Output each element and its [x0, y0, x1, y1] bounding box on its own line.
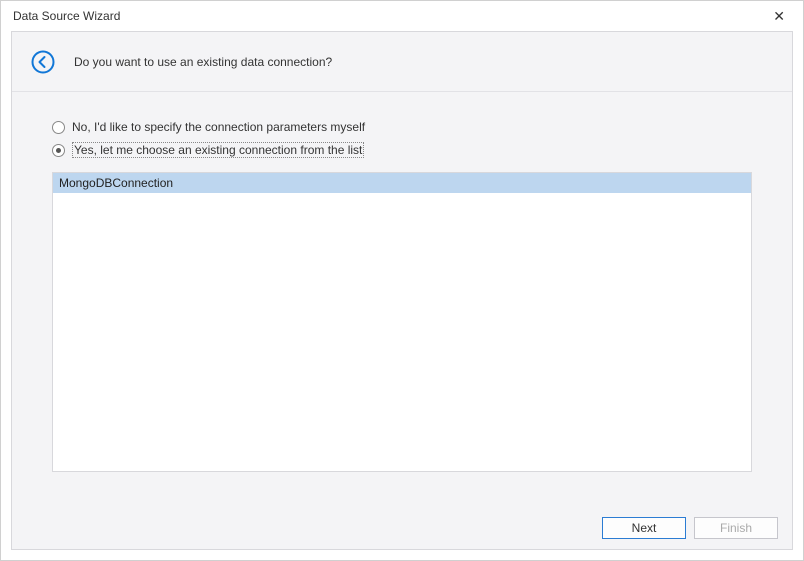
wizard-question: Do you want to use an existing data conn… — [74, 55, 332, 69]
wizard-footer: Next Finish — [602, 517, 778, 539]
radio-option-no[interactable]: No, I'd like to specify the connection p… — [52, 120, 752, 134]
radio-label-no: No, I'd like to specify the connection p… — [72, 120, 365, 134]
next-button[interactable]: Next — [602, 517, 686, 539]
wizard-panel: Do you want to use an existing data conn… — [11, 31, 793, 550]
radio-label-yes: Yes, let me choose an existing connectio… — [72, 142, 364, 158]
close-button[interactable]: ✕ — [765, 4, 793, 29]
titlebar: Data Source Wizard ✕ — [1, 1, 803, 31]
radio-icon — [52, 121, 65, 134]
window-title: Data Source Wizard — [13, 9, 120, 23]
wizard-content: No, I'd like to specify the connection p… — [12, 92, 792, 482]
radio-icon — [52, 144, 65, 157]
list-item[interactable]: MongoDBConnection — [53, 173, 751, 193]
radio-option-yes[interactable]: Yes, let me choose an existing connectio… — [52, 142, 752, 158]
finish-button: Finish — [694, 517, 778, 539]
wizard-header: Do you want to use an existing data conn… — [12, 32, 792, 92]
back-arrow-icon — [31, 50, 55, 74]
back-button[interactable] — [30, 49, 56, 75]
connection-listbox[interactable]: MongoDBConnection — [52, 172, 752, 472]
